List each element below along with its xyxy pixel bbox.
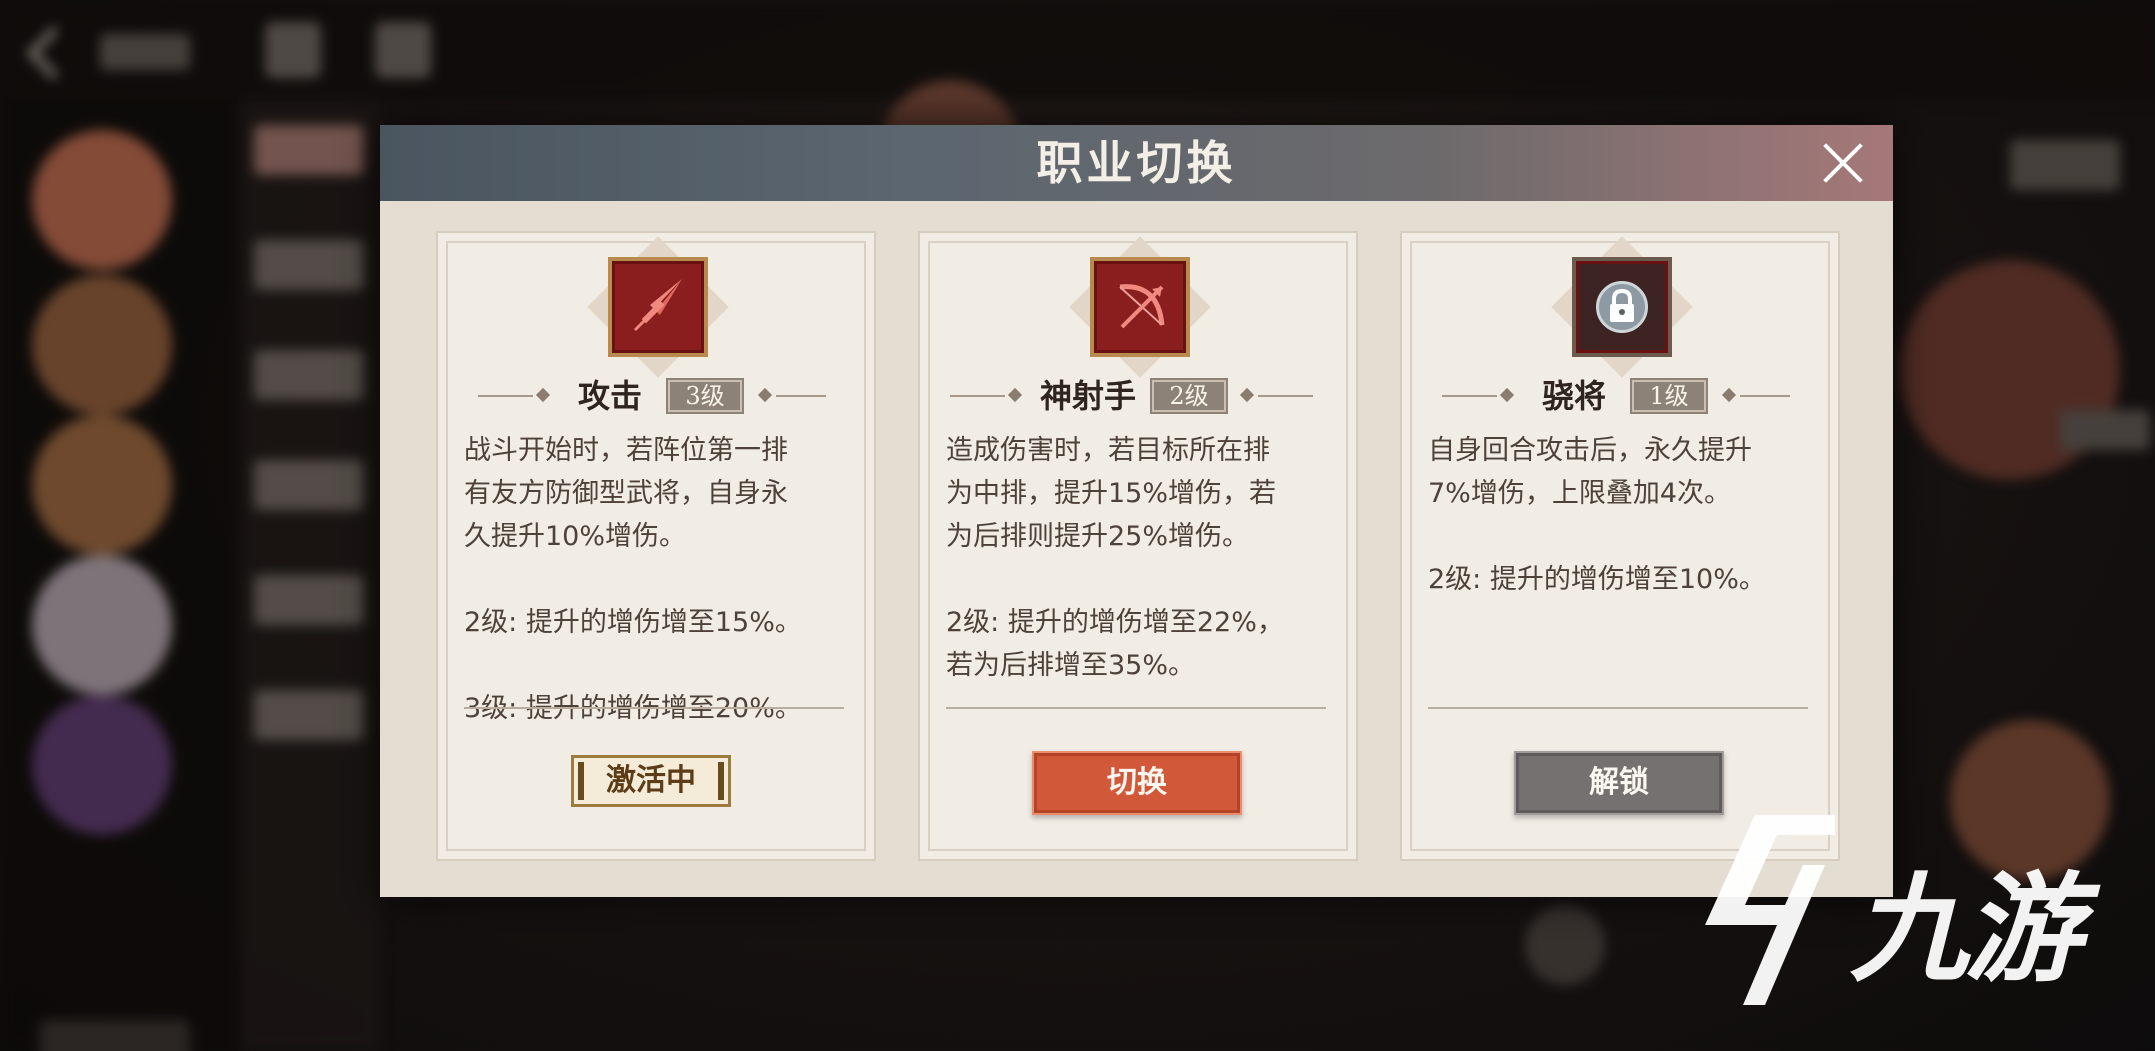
switch-button[interactable]: 切换 [1032, 751, 1242, 815]
description-line: 自身回合攻击后，永久提升 [1428, 435, 1752, 466]
description-line: 造成伤害时，若目标所在排 [946, 435, 1270, 466]
job-name-row: 骁将 1级 [1402, 376, 1826, 416]
dialog-header: 职业切换 [380, 125, 1893, 201]
description-line: 2级: 提升的增伤增至15%。 [464, 607, 802, 638]
job-description: 造成伤害时，若目标所在排 为中排，提升15%增伤，若 为后排则提升25%增伤。 … [946, 429, 1331, 687]
description-line: 2级: 提升的增伤增至10%。 [1428, 564, 1766, 595]
job-description: 战斗开始时，若阵位第一排 有友方防御型武将，自身永 久提升10%增伤。 2级: … [464, 429, 849, 730]
job-switch-dialog: 职业切换 攻击 3级 战斗开始时，若阵位第一排 有友方防御型武将，自身永 久提升… [380, 125, 1893, 897]
job-card-marksman: 神射手 2级 造成伤害时，若目标所在排 为中排，提升15%增伤，若 为后排则提升… [918, 231, 1358, 861]
job-name-row: 神射手 2级 [920, 376, 1344, 416]
dialog-title: 职业切换 [1036, 136, 1237, 190]
description-line: 若为后排增至35%。 [946, 650, 1196, 681]
sword-icon [634, 279, 682, 331]
level-badge: 1级 [1632, 380, 1706, 412]
close-icon[interactable] [1821, 141, 1865, 185]
description-line: 为中排，提升15%增伤，若 [946, 478, 1277, 509]
description-line: 战斗开始时，若阵位第一排 [464, 435, 788, 466]
job-name: 神射手 [1040, 377, 1137, 415]
card-divider [1428, 707, 1808, 709]
active-status-tag: 激活中 [571, 755, 731, 807]
job-name-row: 攻击 3级 [438, 376, 862, 416]
watermark-text: 九游 [1850, 860, 2082, 998]
job-name: 骁将 [1542, 377, 1607, 415]
description-line: 2级: 提升的增伤增至22%， [946, 607, 1284, 638]
job-emblem [1069, 236, 1211, 378]
job-emblem-locked [1551, 236, 1693, 378]
description-line: 有友方防御型武将，自身永 [464, 478, 788, 509]
level-badge: 2级 [1152, 380, 1226, 412]
card-divider [946, 707, 1326, 709]
job-name: 攻击 [578, 377, 643, 415]
job-description: 自身回合攻击后，永久提升 7%增伤，上限叠加4次。 2级: 提升的增伤增至10%… [1428, 429, 1813, 601]
description-line: 7%增伤，上限叠加4次。 [1428, 478, 1732, 509]
jiuyou-watermark-logo: 九游 [1685, 805, 2125, 1020]
job-card-general: 骁将 1级 自身回合攻击后，永久提升 7%增伤，上限叠加4次。 2级: 提升的增… [1400, 231, 1840, 861]
jiuyou-logo-icon [1705, 815, 1835, 1005]
level-badge: 3级 [668, 380, 742, 412]
lock-icon [1610, 288, 1634, 322]
job-card-attack: 攻击 3级 战斗开始时，若阵位第一排 有友方防御型武将，自身永 久提升10%增伤… [436, 231, 876, 861]
job-emblem [587, 236, 729, 378]
bow-icon [1119, 284, 1165, 329]
description-line: 为后排则提升25%增伤。 [946, 521, 1250, 552]
description-line: 久提升10%增伤。 [464, 521, 687, 552]
card-divider [464, 707, 844, 709]
